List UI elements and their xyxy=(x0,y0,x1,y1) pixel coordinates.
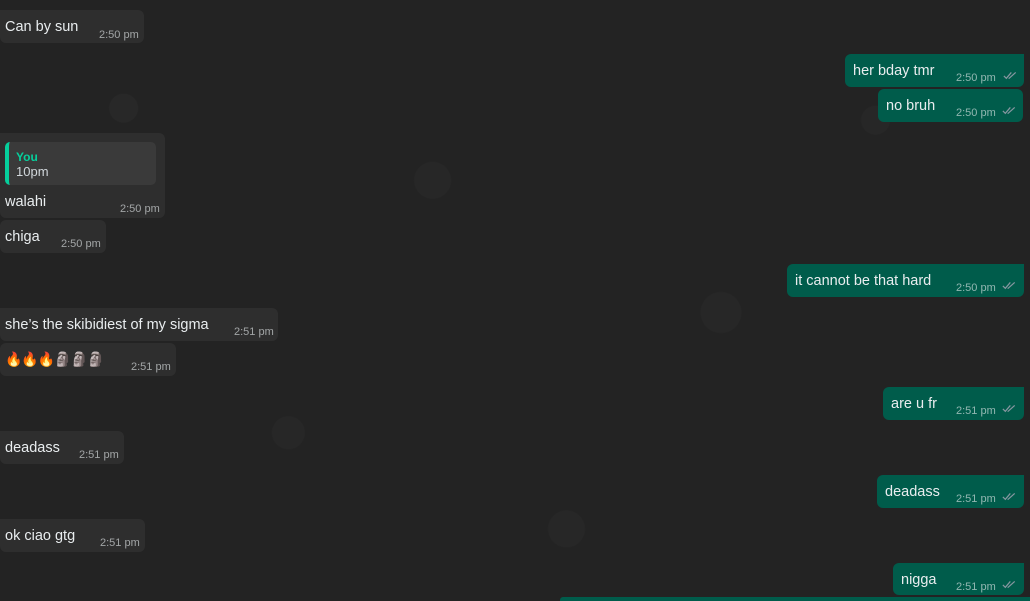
message-text: ok ciao gtg xyxy=(5,528,76,544)
read-ticks-icon xyxy=(1002,404,1016,413)
message-incoming[interactable]: ok ciao gtg 2:51 pm xyxy=(0,519,145,552)
message-outgoing-partial[interactable] xyxy=(560,597,1030,601)
message-time: 2:51 pm xyxy=(100,537,140,549)
read-ticks-icon xyxy=(1002,106,1016,115)
message-time: 2:50 pm xyxy=(61,238,101,250)
message-time: 2:51 pm xyxy=(956,405,996,417)
message-time: 2:50 pm xyxy=(99,29,139,41)
message-time: 2:50 pm xyxy=(956,72,996,84)
message-text: walahi xyxy=(5,194,47,210)
message-incoming[interactable]: deadass 2:51 pm xyxy=(0,431,124,464)
message-outgoing[interactable]: her bday tmr 2:50 pm xyxy=(845,54,1024,87)
message-incoming[interactable]: Can by sun 2:50 pm xyxy=(0,10,144,43)
emoji-row: 🔥🔥🔥🗿🗿🗿 xyxy=(5,351,105,367)
message-outgoing[interactable]: it cannot be that hard 2:50 pm xyxy=(787,264,1024,297)
message-time: 2:51 pm xyxy=(131,361,171,373)
message-outgoing[interactable]: no bruh 2:50 pm xyxy=(878,89,1023,122)
message-text: her bday tmr xyxy=(853,63,935,79)
message-outgoing[interactable]: nigga 2:51 pm xyxy=(893,563,1024,595)
message-time: 2:51 pm xyxy=(234,326,274,338)
message-incoming-reply[interactable]: You 10pm walahi 2:50 pm xyxy=(0,133,165,218)
message-time: 2:51 pm xyxy=(956,581,996,593)
read-ticks-icon xyxy=(1002,492,1016,501)
read-ticks-icon xyxy=(1003,71,1017,80)
message-text: it cannot be that hard xyxy=(795,273,932,289)
message-text: deadass xyxy=(5,440,60,456)
message-text: nigga xyxy=(901,572,937,588)
message-incoming[interactable]: she’s the skibidiest of my sigma 2:51 pm xyxy=(0,308,278,341)
message-text: are u fr xyxy=(891,396,937,412)
message-text: deadass xyxy=(885,484,940,500)
message-text: chiga xyxy=(5,229,40,245)
message-time: 2:50 pm xyxy=(956,282,996,294)
message-time: 2:50 pm xyxy=(120,203,160,215)
read-ticks-icon xyxy=(1002,281,1016,290)
message-text: no bruh xyxy=(886,98,936,114)
message-outgoing[interactable]: deadass 2:51 pm xyxy=(877,475,1024,508)
chat-panel[interactable]: Can by sun 2:50 pm her bday tmr 2:50 pm … xyxy=(0,0,1030,601)
message-incoming[interactable]: chiga 2:50 pm xyxy=(0,220,106,253)
message-time: 2:51 pm xyxy=(79,449,119,461)
quoted-text: 10pm xyxy=(16,164,49,179)
message-time: 2:51 pm xyxy=(956,493,996,505)
message-text: she’s the skibidiest of my sigma xyxy=(5,317,209,333)
message-incoming-emoji[interactable]: 🔥🔥🔥🗿🗿🗿 2:51 pm xyxy=(0,343,176,376)
message-time: 2:50 pm xyxy=(956,107,996,119)
message-text: Can by sun xyxy=(5,19,79,35)
read-ticks-icon xyxy=(1002,580,1016,589)
message-outgoing[interactable]: are u fr 2:51 pm xyxy=(883,387,1024,420)
quoted-message[interactable]: You 10pm xyxy=(5,142,156,185)
